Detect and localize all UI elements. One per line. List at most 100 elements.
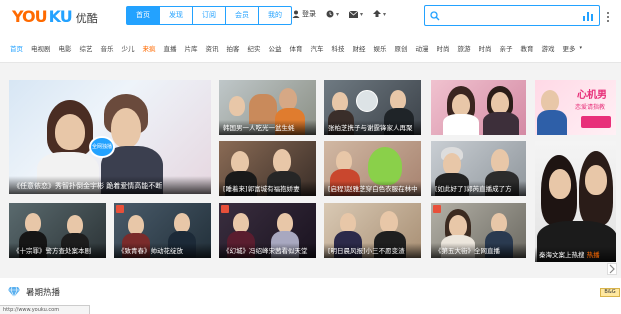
video-caption: 秦海文案上热搜 热播 xyxy=(535,247,616,262)
bottom-strip xyxy=(0,303,621,314)
category-item[interactable]: 教育 xyxy=(517,43,538,53)
video-tile[interactable]: 《幻城》冯绍峰宋茜看似天堂 xyxy=(219,203,316,258)
mail-icon xyxy=(349,10,359,18)
tab-subscribe[interactable]: 订阅 xyxy=(193,6,226,25)
chevron-down-icon: ▾ xyxy=(579,45,583,51)
search-icon[interactable] xyxy=(430,11,440,21)
diamond-icon xyxy=(8,287,20,297)
video-badge xyxy=(221,205,229,213)
category-item[interactable]: 电视剧 xyxy=(27,43,55,53)
category-item[interactable]: 旅游 xyxy=(454,43,475,53)
user-icon xyxy=(292,10,300,18)
chevron-down-icon: ▾ xyxy=(336,10,340,18)
chevron-right-icon xyxy=(609,264,615,274)
video-tile[interactable]: 张柏芝携子与谢霆锋家人再聚 xyxy=(324,80,421,135)
category-item[interactable]: 科技 xyxy=(328,43,349,53)
category-item[interactable]: 直播 xyxy=(160,43,181,53)
video-tile[interactable]: 韩国男一人吃光一盆生蚝 xyxy=(219,80,316,135)
video-badge xyxy=(433,205,441,213)
video-caption: 张柏芝携子与谢霆锋家人再聚 xyxy=(324,120,421,135)
category-item[interactable]: 纪实 xyxy=(244,43,265,53)
video-badge xyxy=(116,205,124,213)
login-button[interactable]: 登录 xyxy=(292,9,316,19)
video-caption: 《幻城》冯绍峰宋茜看似天堂 xyxy=(219,243,316,258)
category-item[interactable]: 资讯 xyxy=(202,43,223,53)
tab-vip[interactable]: 会员 xyxy=(226,6,259,25)
category-item[interactable]: 汽车 xyxy=(307,43,328,53)
category-item[interactable]: 娱乐 xyxy=(370,43,391,53)
video-caption: [睡着来]郭富城有福抱娇妻 xyxy=(219,181,316,196)
search-input[interactable] xyxy=(443,8,573,23)
video-caption: 《致青春》帅动花绽放 xyxy=(114,243,211,258)
tab-home[interactable]: 首页 xyxy=(126,6,160,25)
video-tile[interactable]: [启程]赵雅芝穿白色衣服在林中 xyxy=(324,141,421,196)
exclusive-badge: 全网独播 xyxy=(89,136,115,158)
video-tile[interactable]: 《第五大街》全网直播 xyxy=(431,203,526,258)
chevron-down-icon: ▾ xyxy=(383,10,387,18)
scroll-right-button[interactable] xyxy=(607,263,617,275)
video-caption: 《第五大街》全网直播 xyxy=(431,243,526,258)
caption-hot-tag: 热播 xyxy=(586,251,600,259)
section-sponsor-logo[interactable]: B&G xyxy=(600,288,620,297)
user-tools: 登录 ▾ ▾ ▾ xyxy=(292,9,386,19)
category-item[interactable]: 来疯 xyxy=(139,43,160,53)
category-item[interactable]: 综艺 xyxy=(76,43,97,53)
video-caption: 韩国男一人吃光一盆生蚝 xyxy=(219,120,316,135)
video-tile[interactable]: 《十宗罪》警方查处案本剧 xyxy=(9,203,106,258)
video-tile[interactable] xyxy=(431,80,526,135)
video-tile[interactable]: 《致青春》帅动花绽放 xyxy=(114,203,211,258)
video-caption: [明日晨风报]小三不愿变渣 xyxy=(324,243,421,258)
category-item[interactable]: 时尚 xyxy=(475,43,496,53)
history-button[interactable]: ▾ xyxy=(326,10,339,18)
ranking-icon[interactable] xyxy=(583,10,593,21)
category-item[interactable]: 体育 xyxy=(286,43,307,53)
category-item[interactable]: 片库 xyxy=(181,43,202,53)
video-tile[interactable]: [明日晨风报]小三不愿变渣 xyxy=(324,203,421,258)
logo-ku: KU xyxy=(48,7,73,26)
chevron-down-icon: ▾ xyxy=(360,10,364,18)
video-caption: 《十宗罪》警方查处案本剧 xyxy=(9,243,106,258)
category-bar: 首页 电视剧 电影 综艺 音乐 少儿 来疯 直播 片库 资讯 拍客 纪实 公益 体育 汽车 科技 财经 娱乐 原创动… xyxy=(0,40,621,56)
category-item[interactable]: 时尚 xyxy=(433,43,454,53)
video-caption: [启程]赵雅芝穿白色衣服在林中 xyxy=(324,181,421,196)
category-item[interactable]: 动漫 xyxy=(412,43,433,53)
tab-mine[interactable]: 我的 xyxy=(259,6,292,25)
youku-homepage: YOU KU 优酷 首页 发现 订阅 会员 我的 登录 ▾ ▾ ▾ 首页 电视剧… xyxy=(0,0,621,314)
clock-icon xyxy=(326,10,334,18)
banner-title: 心机男 xyxy=(577,90,607,101)
category-item[interactable]: 公益 xyxy=(265,43,286,53)
category-item[interactable]: 拍客 xyxy=(223,43,244,53)
category-item[interactable]: 电影 xyxy=(55,43,76,53)
status-bar: http://www.youku.com xyxy=(0,305,90,314)
section-title: 暑期热播 xyxy=(26,288,61,298)
tab-discover[interactable]: 发现 xyxy=(160,6,193,25)
top-header: YOU KU 优酷 首页 发现 订阅 会员 我的 登录 ▾ ▾ ▾ xyxy=(0,0,621,33)
video-caption: [如此好了]郭芮直播成了方 xyxy=(431,181,526,196)
logo-you: YOU xyxy=(12,7,48,26)
category-item[interactable]: 音乐 xyxy=(97,43,118,53)
video-tile[interactable]: [如此好了]郭芮直播成了方 xyxy=(431,141,526,196)
main-nav-tabs: 首页 发现 订阅 会员 我的 xyxy=(126,6,292,25)
logo-cn: 优酷 xyxy=(75,12,98,25)
category-item[interactable]: 首页 xyxy=(6,43,27,53)
video-tile[interactable]: 秦海文案上热搜 热播 xyxy=(535,141,616,262)
banner-subtitle: 恋爱请指教 xyxy=(575,104,606,111)
category-item[interactable]: 游戏 xyxy=(538,43,559,53)
category-more[interactable]: 更多 xyxy=(559,43,580,53)
category-item[interactable]: 财经 xyxy=(349,43,370,53)
hero-caption: 《任意依恋》秀智扑倒金宇彬 跪着爱情高能不断 xyxy=(9,176,211,194)
login-label: 登录 xyxy=(302,10,316,18)
message-button[interactable]: ▾ xyxy=(349,10,364,18)
more-menu-icon[interactable] xyxy=(607,12,609,22)
category-item[interactable]: 少儿 xyxy=(118,43,139,53)
upload-button[interactable]: ▾ xyxy=(373,10,386,18)
caption-text: 秦海文案上热搜 xyxy=(539,251,585,259)
upload-icon xyxy=(373,10,382,17)
video-tile[interactable]: [睡着来]郭富城有福抱娇妻 xyxy=(219,141,316,196)
summer-hot-section-header: 暑期热播 B&G xyxy=(0,279,621,303)
youku-logo[interactable]: YOU KU 优酷 xyxy=(12,7,98,27)
category-item[interactable]: 原创 xyxy=(391,43,412,53)
right-banner-tile[interactable]: 心机男 恋爱请指教 xyxy=(535,80,616,135)
category-item[interactable]: 亲子 xyxy=(496,43,517,53)
hero-tile[interactable]: 全网独播 《任意依恋》秀智扑倒金宇彬 跪着爱情高能不断 xyxy=(9,80,211,194)
